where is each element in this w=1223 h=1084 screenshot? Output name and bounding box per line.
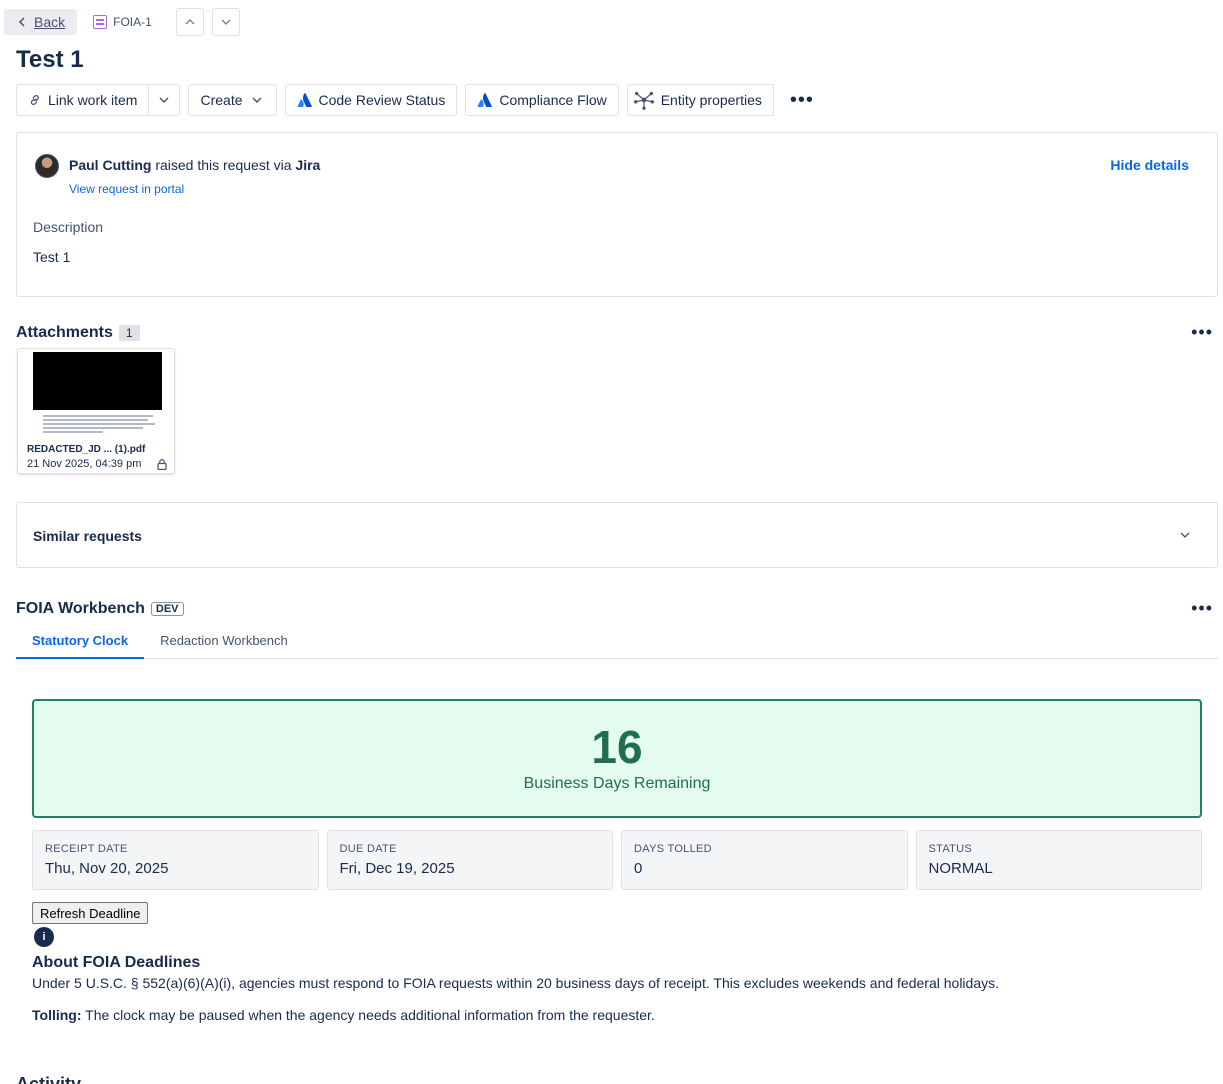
chevron-down-icon (159, 97, 169, 103)
description-text[interactable]: Test 1 (33, 249, 70, 265)
raised-text: raised this request via (155, 157, 292, 173)
chevron-down-icon (221, 19, 231, 25)
hide-details-button[interactable]: Hide details (1110, 157, 1189, 173)
workbench-more-button[interactable]: ••• (1191, 598, 1213, 619)
activity-heading: Activity (16, 1074, 82, 1084)
issue-key-link[interactable]: FOIA-1 (93, 15, 152, 29)
attachments-header: Attachments 1 (16, 324, 140, 342)
action-toolbar: Link work item Create Code Review Status… (16, 84, 822, 116)
link-icon (30, 95, 39, 105)
attachments-title: Attachments (16, 324, 113, 341)
request-details-card: Paul Cutting raised this request via Jir… (16, 132, 1218, 297)
refresh-deadline-button[interactable]: Refresh Deadline (32, 902, 149, 924)
info-icon: i (34, 927, 54, 947)
page-title: Test 1 (16, 46, 84, 73)
workbench-tabs: Statutory Clock Redaction Workbench (16, 624, 1218, 659)
attachments-more-button[interactable]: ••• (1191, 322, 1213, 343)
compliance-flow-button[interactable]: Compliance Flow (465, 84, 619, 116)
more-icon: ••• (1191, 322, 1213, 342)
stat-value: 0 (634, 860, 643, 877)
thumbnail-text-line (43, 415, 153, 417)
attachment-date: 21 Nov 2025, 04:39 pm (27, 458, 142, 470)
redaction-block (33, 352, 162, 410)
attachment-filename: REDACTED_JD ... (1).pdf (27, 444, 146, 455)
description-label: Description (33, 219, 104, 235)
issue-navigation (175, 8, 240, 36)
similar-requests-title: Similar requests (33, 528, 142, 544)
business-days-remaining-panel: 16 Business Days Remaining (32, 699, 1202, 818)
code-review-status-button[interactable]: Code Review Status (284, 84, 458, 116)
link-work-item-dropdown[interactable] (149, 85, 179, 115)
attachments-count-badge: 1 (118, 325, 140, 341)
top-bar: Back FOIA-1 (4, 8, 240, 36)
request-type-icon (93, 15, 108, 29)
back-button[interactable]: Back (4, 9, 78, 35)
create-label: Create (200, 92, 243, 108)
compliance-flow-label: Compliance Flow (499, 92, 607, 108)
issue-key-label: FOIA-1 (113, 15, 152, 29)
stat-label: RECEIPT DATE (45, 843, 128, 855)
about-foia-deadlines-text: Under 5 U.S.C. § 552(a)(6)(A)(i), agenci… (32, 975, 999, 991)
foia-workbench-title: FOIA Workbench (16, 600, 145, 617)
more-icon: ••• (1191, 598, 1213, 618)
link-work-item-split-button: Link work item (16, 84, 181, 116)
chevron-up-icon (185, 19, 195, 25)
receipt-date-card: RECEIPT DATE Thu, Nov 20, 2025 (32, 830, 319, 890)
link-work-item-label: Link work item (48, 92, 138, 108)
dev-badge: DEV (150, 602, 184, 616)
back-label: Back (34, 14, 66, 30)
chevron-down-icon[interactable] (1179, 529, 1191, 541)
previous-issue-button[interactable] (175, 8, 204, 36)
tolling-text: The clock may be paused when the agency … (81, 1007, 655, 1023)
channel-name: Jira (295, 157, 321, 173)
thumbnail-text-line (43, 431, 103, 433)
reporter-name[interactable]: Paul Cutting (69, 157, 151, 173)
tolling-note: Tolling: The clock may be paused when th… (32, 1007, 655, 1023)
more-actions-button[interactable]: ••• (782, 84, 822, 116)
days-remaining-count: 16 (591, 721, 643, 773)
deadline-stats: RECEIPT DATE Thu, Nov 20, 2025 DUE DATE … (32, 830, 1202, 890)
stat-value: Thu, Nov 20, 2025 (45, 860, 169, 877)
stat-label: DUE DATE (339, 843, 397, 855)
tab-statutory-clock[interactable]: Statutory Clock (16, 624, 145, 659)
thumbnail-text-line (43, 419, 148, 421)
more-icon: ••• (789, 89, 814, 111)
code-review-status-label: Code Review Status (318, 92, 446, 108)
raised-by-line: Paul Cutting raised this request via Jir… (69, 157, 320, 173)
foia-workbench-header: FOIA Workbench DEV (16, 600, 184, 618)
view-request-in-portal-link[interactable]: View request in portal (69, 182, 184, 196)
atlassian-logo-icon (477, 93, 493, 107)
link-work-item-button[interactable]: Link work item (17, 85, 150, 115)
attachment-thumbnail (33, 352, 162, 434)
chevron-left-icon (18, 17, 25, 27)
entity-properties-label: Entity properties (660, 92, 762, 108)
entity-properties-button[interactable]: Entity properties (626, 84, 774, 116)
stat-label: STATUS (928, 843, 973, 855)
create-button[interactable]: Create (188, 84, 277, 116)
about-foia-deadlines-title: About FOIA Deadlines (32, 954, 201, 971)
next-issue-button[interactable] (211, 8, 240, 36)
avatar (35, 154, 59, 178)
attachment-card[interactable]: REDACTED_JD ... (1).pdf 21 Nov 2025, 04:… (17, 348, 175, 474)
stat-label: DAYS TOLLED (634, 843, 712, 855)
lock-icon (157, 459, 167, 470)
stat-value: Fri, Dec 19, 2025 (339, 860, 455, 877)
tolling-label: Tolling: (32, 1007, 82, 1023)
thumbnail-text-line (43, 427, 143, 429)
similar-requests-panel[interactable]: Similar requests (16, 502, 1218, 568)
network-nodes-icon (633, 91, 654, 110)
days-remaining-label: Business Days Remaining (523, 775, 711, 792)
due-date-card: DUE DATE Fri, Dec 19, 2025 (326, 830, 613, 890)
days-tolled-card: DAYS TOLLED 0 (621, 830, 908, 890)
stat-value: NORMAL (928, 860, 993, 877)
thumbnail-text-line (43, 423, 155, 425)
status-card: STATUS NORMAL (915, 830, 1202, 890)
tab-redaction-workbench[interactable]: Redaction Workbench (144, 624, 304, 659)
atlassian-logo-icon (297, 93, 312, 107)
chevron-down-icon (252, 97, 261, 103)
